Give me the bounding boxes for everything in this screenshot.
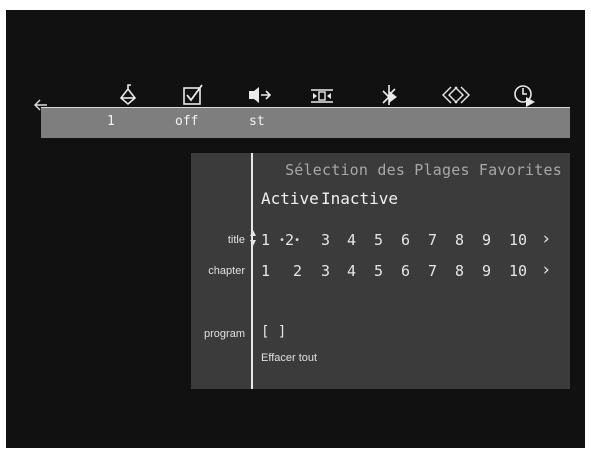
- panel-divider: [251, 153, 253, 389]
- program-row-label: program: [204, 328, 245, 340]
- chapter-row-label: chapter: [208, 265, 245, 277]
- title-row-label: title: [227, 234, 245, 246]
- audio-icon[interactable]: [115, 82, 141, 108]
- chapter-6[interactable]: 6: [401, 262, 429, 280]
- chapter-next-arrow[interactable]: ›: [541, 260, 551, 280]
- panel-title: Sélection des Plages Favorites: [285, 161, 562, 179]
- chapter-10[interactable]: 10: [509, 262, 537, 280]
- title-4[interactable]: 4: [347, 231, 375, 249]
- chapter-8[interactable]: 8: [455, 262, 483, 280]
- title-5[interactable]: 5: [374, 231, 402, 249]
- angle-speaker-icon[interactable]: [246, 82, 272, 108]
- chapter-4[interactable]: 4: [347, 262, 375, 280]
- title-7[interactable]: 7: [428, 231, 456, 249]
- subtitle-check-icon[interactable]: [180, 82, 206, 108]
- clear-all-button[interactable]: Effacer tout: [261, 352, 317, 364]
- title-2-label: 2: [285, 231, 295, 249]
- angle-value: st: [249, 114, 265, 129]
- chapter-7[interactable]: 7: [428, 262, 456, 280]
- chapter-9[interactable]: 9: [482, 262, 510, 280]
- title-8[interactable]: 8: [455, 231, 483, 249]
- title-10[interactable]: 10: [509, 231, 537, 249]
- mode-inactive-option[interactable]: Inactive: [321, 189, 398, 208]
- favorites-panel: Sélection des Plages Favorites Active In…: [191, 153, 570, 389]
- fast-forward-icon[interactable]: [442, 82, 470, 108]
- title-3[interactable]: 3: [321, 231, 349, 249]
- chapter-5[interactable]: 5: [374, 262, 402, 280]
- camera-angle-icon[interactable]: [376, 82, 402, 108]
- title-9[interactable]: 9: [482, 231, 510, 249]
- up-down-arrows-icon[interactable]: [249, 229, 257, 247]
- program-value[interactable]: [ ]: [261, 324, 286, 340]
- title-next-arrow[interactable]: ›: [541, 229, 551, 249]
- timer-play-icon[interactable]: [511, 82, 537, 108]
- audio-value: 1: [107, 114, 115, 129]
- subtitle-value: off: [175, 114, 199, 129]
- mode-active-option[interactable]: Active: [261, 189, 319, 208]
- osd-screen: 1 off st Sélection des Plages Favorites …: [6, 10, 585, 448]
- chapter-2[interactable]: 2: [293, 262, 321, 280]
- status-bar: 1 off st: [41, 108, 570, 138]
- title-2-selected[interactable]: •2•: [279, 231, 303, 249]
- chapter-3[interactable]: 3: [321, 262, 349, 280]
- title-6[interactable]: 6: [401, 231, 429, 249]
- zoom-frame-icon[interactable]: [309, 82, 335, 108]
- chapter-1[interactable]: 1: [261, 262, 289, 280]
